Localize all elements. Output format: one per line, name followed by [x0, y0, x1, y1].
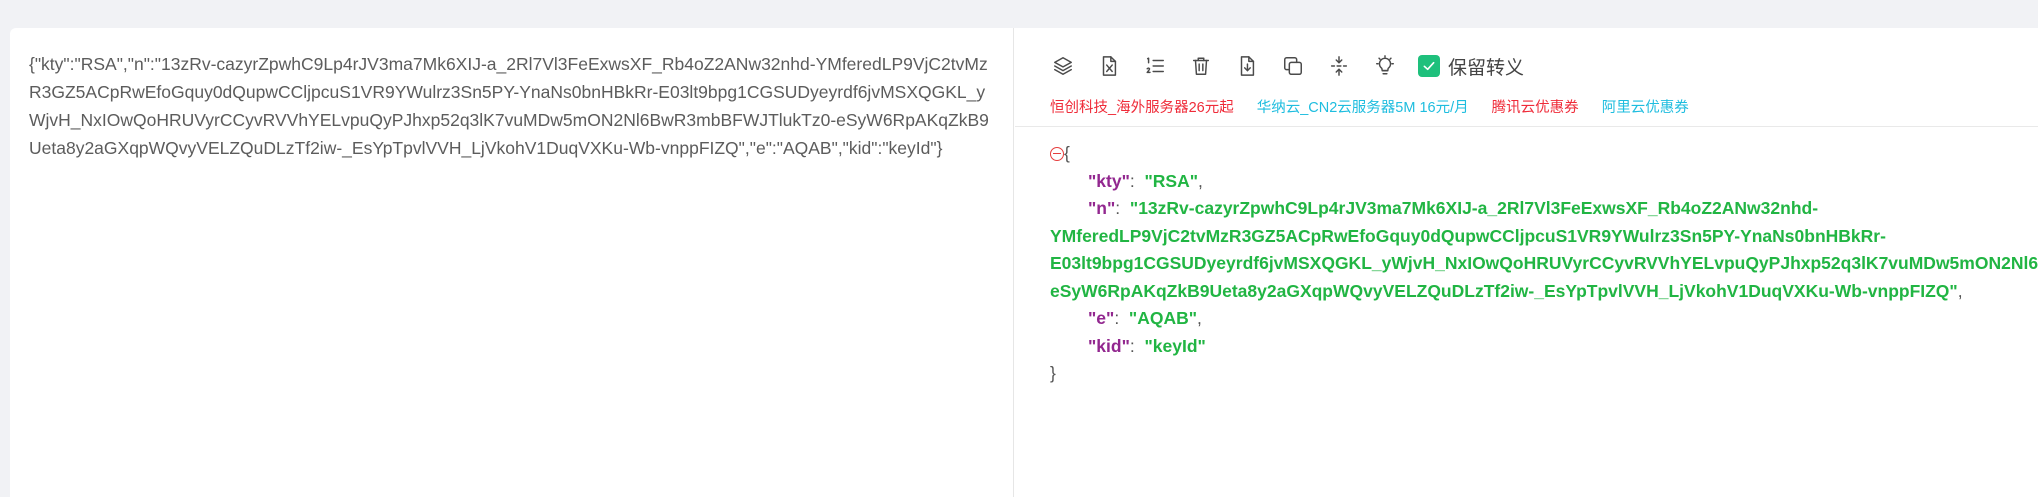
copy-button[interactable]	[1280, 53, 1306, 79]
trash-icon	[1192, 57, 1210, 75]
copy-icon	[1284, 57, 1302, 75]
ad-links: 恒创科技_海外服务器26元起 华纳云_CN2云服务器5M 16元/月 腾讯云优惠…	[1050, 96, 1708, 117]
json-key: "e"	[1088, 308, 1115, 328]
json-close-row: }	[1050, 360, 2038, 388]
excel-button[interactable]	[1096, 53, 1122, 79]
input-pane[interactable]: {"kty":"RSA","n":"13zRv-cazyrZpwhC9Lp4rJ…	[10, 28, 1014, 497]
top-strip	[0, 0, 2038, 27]
compress-vertical-icon	[1330, 56, 1348, 76]
json-value-n-line3: E03lt9bpg1CGSUDyeyrdf6jvMSXQGKL_yWjvH_Nx…	[1050, 253, 2038, 273]
ad-link-huanayun[interactable]: 华纳云_CN2云服务器5M 16元/月	[1257, 100, 1469, 116]
collapse-toggle-icon[interactable]	[1050, 147, 1064, 161]
layers-icon	[1054, 57, 1072, 75]
json-value-n-line2: YMferedLP9VjC2tvMzR3GZ5ACpRwEfoGquy0dQup…	[1050, 225, 1886, 246]
ordered-list-icon	[1146, 57, 1164, 74]
formatted-json-view: { "kty": "RSA", "n": "13zRv-cazyrZpwhC9L…	[1050, 140, 2038, 388]
download-button[interactable]	[1234, 53, 1260, 79]
clear-button[interactable]	[1188, 53, 1214, 79]
ad-link-aliyun-coupon[interactable]: 阿里云优惠券	[1602, 100, 1689, 116]
keep-escape-checkbox[interactable]	[1418, 55, 1440, 77]
open-brace: {	[1064, 143, 1070, 163]
json-value: "keyId"	[1144, 335, 1206, 356]
json-entry-n-key: "n": "13zRv-cazyrZpwhC9Lp4rJV3ma7Mk6XIJ-…	[1088, 198, 1819, 218]
close-brace: }	[1050, 363, 1056, 383]
compress-button[interactable]	[1050, 53, 1076, 79]
check-icon	[1423, 61, 1435, 71]
file-download-icon	[1240, 56, 1255, 76]
ad-link-tencent-coupon[interactable]: 腾讯云优惠券	[1492, 100, 1579, 116]
raw-json-input[interactable]: {"kty":"RSA","n":"13zRv-cazyrZpwhC9Lp4rJ…	[29, 50, 999, 162]
json-key: "kty"	[1088, 170, 1130, 191]
divider	[1015, 126, 2038, 127]
json-entry-e: "e": "AQAB",	[1088, 308, 1202, 328]
output-pane: 保留转义 恒创科技_海外服务器26元起 华纳云_CN2云服务器5M 16元/月 …	[1015, 28, 2038, 497]
json-value-n-line4: eSyW6RpAKqZkB9Ueta8y2aGXqpWQvyVELZQuDLzT…	[1050, 280, 1963, 301]
json-value-n-start: "13zRv-cazyrZpwhC9Lp4rJV3ma7Mk6XIJ-a_2Rl…	[1129, 198, 1819, 218]
json-open-row: {	[1050, 140, 2038, 168]
keep-escape-label[interactable]: 保留转义	[1448, 53, 1524, 80]
ad-link-hengchuang[interactable]: 恒创科技_海外服务器26元起	[1050, 100, 1234, 116]
main-card: {"kty":"RSA","n":"13zRv-cazyrZpwhC9Lp4rJ…	[10, 28, 2038, 497]
line-numbers-button[interactable]	[1142, 53, 1168, 79]
json-key: "n"	[1088, 198, 1116, 218]
json-value: "AQAB"	[1128, 308, 1198, 328]
theme-button[interactable]	[1372, 53, 1398, 79]
json-key: "kid"	[1088, 335, 1130, 356]
json-value: "RSA"	[1144, 170, 1199, 191]
bulb-icon	[1376, 55, 1394, 75]
collapse-button[interactable]	[1326, 53, 1352, 79]
json-entry-kty: "kty": "RSA",	[1088, 170, 1203, 191]
file-x-icon	[1102, 56, 1117, 76]
toolbar: 保留转义	[1050, 48, 1524, 84]
json-entry-kid: "kid": "keyId"	[1088, 335, 1206, 356]
